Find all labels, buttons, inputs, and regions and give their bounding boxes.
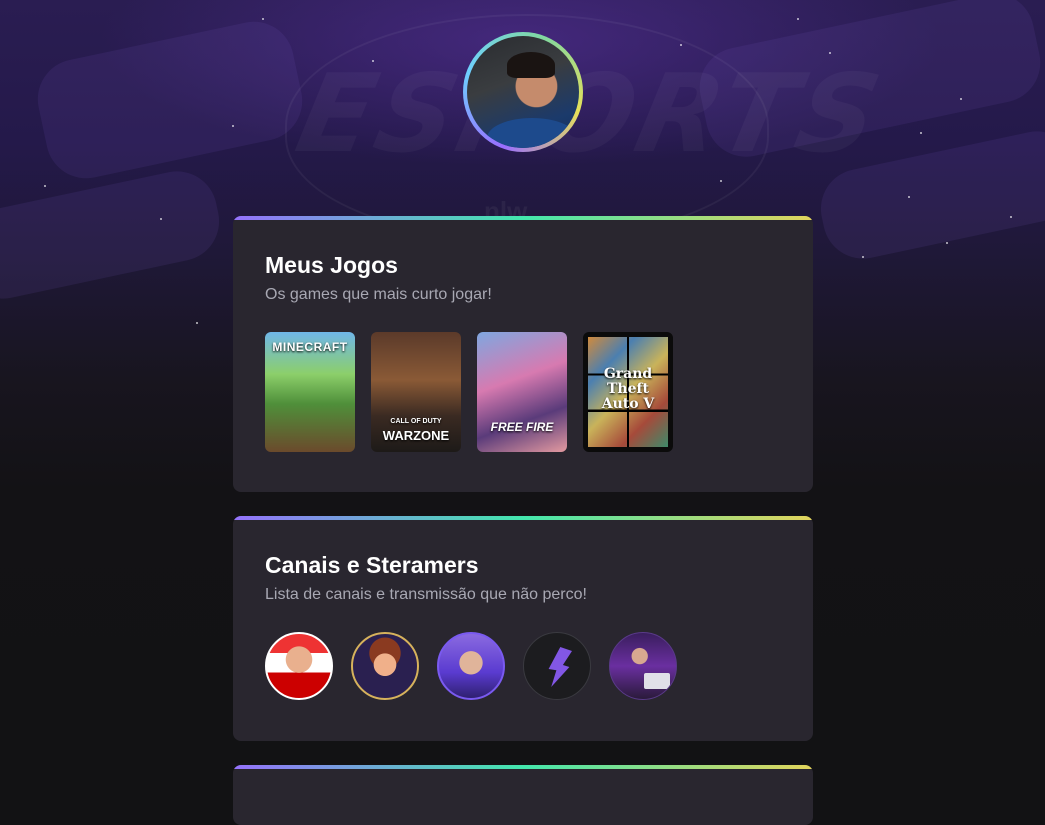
- games-title: Meus Jogos: [265, 252, 398, 278]
- star: [862, 256, 864, 258]
- star: [232, 125, 234, 127]
- streamer-avatar-laptop-icon[interactable]: [609, 632, 677, 700]
- background-streak: [0, 163, 227, 307]
- star: [262, 18, 264, 20]
- star: [1010, 216, 1012, 218]
- star: [920, 132, 922, 134]
- games-card: Meus Jogos Os games que mais curto jogar…: [233, 216, 813, 492]
- star: [829, 52, 831, 54]
- streamer-avatar-red-icon[interactable]: [265, 632, 333, 700]
- profile-avatar: [463, 32, 583, 152]
- star: [680, 44, 682, 46]
- star: [960, 98, 962, 100]
- third-card: [233, 765, 813, 825]
- profile-photo-icon: [467, 36, 579, 148]
- game-minecraft[interactable]: MINECRAFT: [265, 332, 355, 452]
- games-list: MINECRAFT CALL OF DUTY WARZONE FREE FIRE…: [265, 332, 673, 452]
- streamers-title: Canais e Steramers: [265, 552, 479, 578]
- streamer-avatar-cartoon-icon[interactable]: [351, 632, 419, 700]
- star: [44, 185, 46, 187]
- streamers-card: Canais e Steramers Lista de canais e tra…: [233, 516, 813, 741]
- streamers-subtitle: Lista de canais e transmissão que não pe…: [265, 586, 587, 603]
- background-streak: [30, 14, 310, 186]
- streamer-avatar-purple-icon[interactable]: [437, 632, 505, 700]
- star: [797, 18, 799, 20]
- streamers-list: [265, 632, 677, 700]
- rocketseat-icon[interactable]: [523, 632, 591, 700]
- game-warzone[interactable]: CALL OF DUTY WARZONE: [371, 332, 461, 452]
- star: [908, 196, 910, 198]
- star: [720, 180, 722, 182]
- game-gta-v[interactable]: Grand Theft Auto V: [583, 332, 673, 452]
- star: [946, 242, 948, 244]
- games-subtitle: Os games que mais curto jogar!: [265, 286, 492, 303]
- star: [372, 60, 374, 62]
- star: [196, 322, 198, 324]
- star: [160, 218, 162, 220]
- game-free-fire[interactable]: FREE FIRE: [477, 332, 567, 452]
